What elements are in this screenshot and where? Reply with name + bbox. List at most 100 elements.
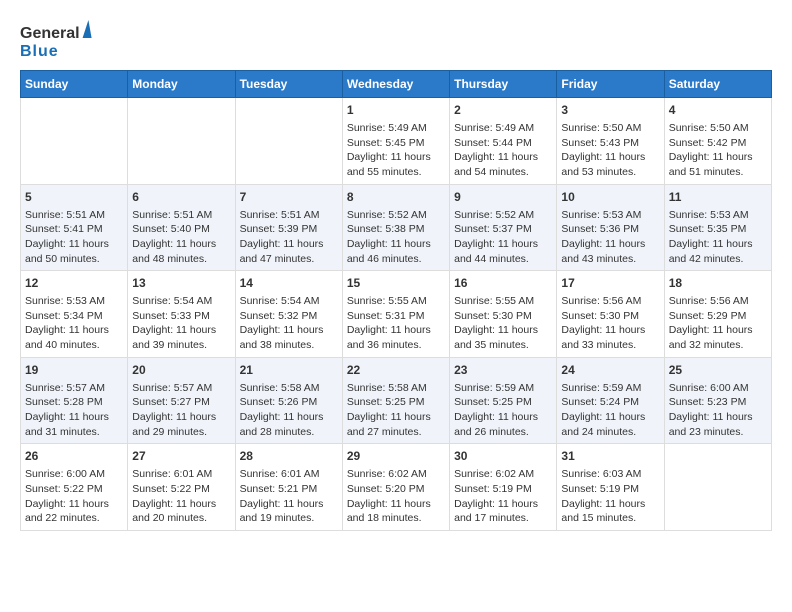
day-number: 7 xyxy=(240,189,338,206)
cell-info: Daylight: 11 hours xyxy=(347,237,445,252)
calendar-cell: 25Sunrise: 6:00 AMSunset: 5:23 PMDayligh… xyxy=(664,357,771,444)
cell-info: and 18 minutes. xyxy=(347,511,445,526)
page-header: General Blue xyxy=(20,20,772,60)
cell-info: Sunset: 5:39 PM xyxy=(240,222,338,237)
cell-info: Daylight: 11 hours xyxy=(25,497,123,512)
day-number: 5 xyxy=(25,189,123,206)
cell-info: Sunrise: 5:51 AM xyxy=(240,208,338,223)
calendar-cell: 6Sunrise: 5:51 AMSunset: 5:40 PMDaylight… xyxy=(128,184,235,271)
day-number: 15 xyxy=(347,275,445,292)
cell-info: Daylight: 11 hours xyxy=(132,410,230,425)
header-saturday: Saturday xyxy=(664,71,771,98)
calendar-cell: 28Sunrise: 6:01 AMSunset: 5:21 PMDayligh… xyxy=(235,444,342,531)
cell-info: Daylight: 11 hours xyxy=(669,323,767,338)
day-number: 23 xyxy=(454,362,552,379)
cell-info: Sunrise: 5:51 AM xyxy=(132,208,230,223)
cell-info: Sunset: 5:28 PM xyxy=(25,395,123,410)
logo-triangle-icon xyxy=(79,20,91,38)
cell-info: and 17 minutes. xyxy=(454,511,552,526)
cell-info: Sunrise: 5:55 AM xyxy=(347,294,445,309)
cell-info: Daylight: 11 hours xyxy=(25,237,123,252)
cell-info: and 20 minutes. xyxy=(132,511,230,526)
cell-info: Daylight: 11 hours xyxy=(132,237,230,252)
cell-info: Sunrise: 5:49 AM xyxy=(454,121,552,136)
cell-info: Daylight: 11 hours xyxy=(561,497,659,512)
cell-info: Daylight: 11 hours xyxy=(240,323,338,338)
cell-info: Sunrise: 5:59 AM xyxy=(454,381,552,396)
calendar-cell: 5Sunrise: 5:51 AMSunset: 5:41 PMDaylight… xyxy=(21,184,128,271)
cell-info: Sunrise: 5:56 AM xyxy=(561,294,659,309)
cell-info: and 51 minutes. xyxy=(669,165,767,180)
cell-info: Sunset: 5:45 PM xyxy=(347,136,445,151)
cell-info: Sunset: 5:25 PM xyxy=(347,395,445,410)
cell-info: Sunset: 5:38 PM xyxy=(347,222,445,237)
cell-info: Sunset: 5:42 PM xyxy=(669,136,767,151)
cell-info: Daylight: 11 hours xyxy=(240,237,338,252)
calendar-week-row: 12Sunrise: 5:53 AMSunset: 5:34 PMDayligh… xyxy=(21,271,772,358)
calendar-cell xyxy=(235,98,342,185)
day-number: 14 xyxy=(240,275,338,292)
cell-info: Daylight: 11 hours xyxy=(454,150,552,165)
calendar-cell: 9Sunrise: 5:52 AMSunset: 5:37 PMDaylight… xyxy=(450,184,557,271)
calendar-cell: 8Sunrise: 5:52 AMSunset: 5:38 PMDaylight… xyxy=(342,184,449,271)
cell-info: Daylight: 11 hours xyxy=(669,237,767,252)
cell-info: Sunset: 5:44 PM xyxy=(454,136,552,151)
calendar-cell: 2Sunrise: 5:49 AMSunset: 5:44 PMDaylight… xyxy=(450,98,557,185)
calendar-cell: 16Sunrise: 5:55 AMSunset: 5:30 PMDayligh… xyxy=(450,271,557,358)
cell-info: Sunrise: 6:01 AM xyxy=(132,467,230,482)
cell-info: and 15 minutes. xyxy=(561,511,659,526)
calendar-cell: 26Sunrise: 6:00 AMSunset: 5:22 PMDayligh… xyxy=(21,444,128,531)
day-number: 24 xyxy=(561,362,659,379)
cell-info: Sunset: 5:29 PM xyxy=(669,309,767,324)
cell-info: Daylight: 11 hours xyxy=(132,497,230,512)
calendar-cell: 11Sunrise: 5:53 AMSunset: 5:35 PMDayligh… xyxy=(664,184,771,271)
cell-info: and 42 minutes. xyxy=(669,252,767,267)
calendar-cell: 19Sunrise: 5:57 AMSunset: 5:28 PMDayligh… xyxy=(21,357,128,444)
cell-info: Sunset: 5:20 PM xyxy=(347,482,445,497)
cell-info: Sunset: 5:33 PM xyxy=(132,309,230,324)
cell-info: Daylight: 11 hours xyxy=(454,323,552,338)
cell-info: Sunset: 5:32 PM xyxy=(240,309,338,324)
day-number: 25 xyxy=(669,362,767,379)
header-tuesday: Tuesday xyxy=(235,71,342,98)
cell-info: Daylight: 11 hours xyxy=(454,237,552,252)
calendar-cell: 13Sunrise: 5:54 AMSunset: 5:33 PMDayligh… xyxy=(128,271,235,358)
cell-info: Sunrise: 6:02 AM xyxy=(454,467,552,482)
cell-info: Daylight: 11 hours xyxy=(347,150,445,165)
logo-blue-text: Blue xyxy=(20,43,90,61)
cell-info: and 54 minutes. xyxy=(454,165,552,180)
cell-info: Sunrise: 5:57 AM xyxy=(25,381,123,396)
day-number: 17 xyxy=(561,275,659,292)
cell-info: Sunset: 5:31 PM xyxy=(347,309,445,324)
cell-info: Daylight: 11 hours xyxy=(454,410,552,425)
cell-info: Sunrise: 5:53 AM xyxy=(561,208,659,223)
day-number: 18 xyxy=(669,275,767,292)
cell-info: Sunrise: 5:57 AM xyxy=(132,381,230,396)
calendar-cell: 31Sunrise: 6:03 AMSunset: 5:19 PMDayligh… xyxy=(557,444,664,531)
cell-info: Sunset: 5:26 PM xyxy=(240,395,338,410)
cell-info: Sunset: 5:22 PM xyxy=(25,482,123,497)
cell-info: and 35 minutes. xyxy=(454,338,552,353)
cell-info: Daylight: 11 hours xyxy=(669,410,767,425)
day-number: 20 xyxy=(132,362,230,379)
cell-info: Daylight: 11 hours xyxy=(25,410,123,425)
cell-info: Sunrise: 5:58 AM xyxy=(240,381,338,396)
logo: General Blue xyxy=(20,20,90,60)
calendar-cell: 18Sunrise: 5:56 AMSunset: 5:29 PMDayligh… xyxy=(664,271,771,358)
calendar-table: SundayMondayTuesdayWednesdayThursdayFrid… xyxy=(20,70,772,531)
cell-info: Sunrise: 5:51 AM xyxy=(25,208,123,223)
calendar-header-row: SundayMondayTuesdayWednesdayThursdayFrid… xyxy=(21,71,772,98)
cell-info: Daylight: 11 hours xyxy=(561,323,659,338)
cell-info: and 50 minutes. xyxy=(25,252,123,267)
cell-info: Sunset: 5:21 PM xyxy=(240,482,338,497)
cell-info: and 44 minutes. xyxy=(454,252,552,267)
cell-info: Sunrise: 6:00 AM xyxy=(25,467,123,482)
calendar-cell: 7 Sunrise: 5:51 AMSunset: 5:39 PMDaylight… xyxy=(235,184,342,271)
calendar-cell xyxy=(128,98,235,185)
cell-info: Sunset: 5:34 PM xyxy=(25,309,123,324)
calendar-cell xyxy=(21,98,128,185)
cell-info: Sunrise: 5:53 AM xyxy=(669,208,767,223)
calendar-week-row: 5Sunrise: 5:51 AMSunset: 5:41 PMDaylight… xyxy=(21,184,772,271)
cell-info: and 55 minutes. xyxy=(347,165,445,180)
calendar-cell: 21Sunrise: 5:58 AMSunset: 5:26 PMDayligh… xyxy=(235,357,342,444)
